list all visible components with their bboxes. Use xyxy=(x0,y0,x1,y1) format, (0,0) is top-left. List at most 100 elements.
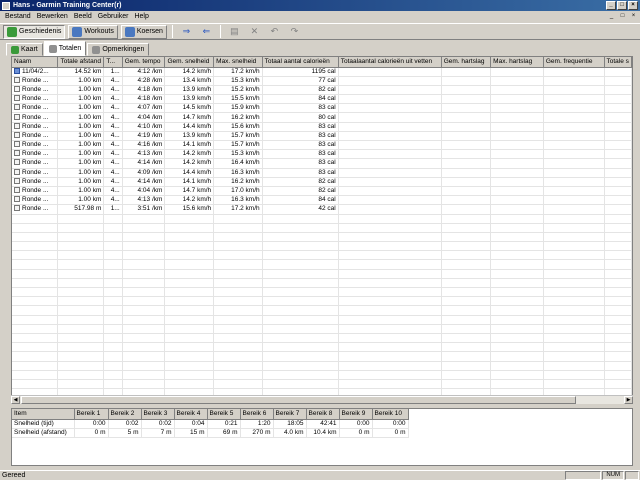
tab-totalen-label: Totalen xyxy=(58,45,82,52)
empty-cell xyxy=(604,333,632,344)
zone-row[interactable]: Snelheid (afstand) 0 m5 m7 m 15 m 69 m 270 m… xyxy=(12,428,409,438)
table-cell: 4:12 /km xyxy=(122,67,166,77)
send-to-device-icon[interactable]: ⇒ xyxy=(178,25,195,39)
empty-row xyxy=(12,214,632,224)
mdi-minimize-button[interactable]: _ xyxy=(607,12,616,20)
lap-icon xyxy=(14,76,20,83)
col-gem-tempo[interactable]: Gem. tempo xyxy=(122,57,166,68)
table-row[interactable]: Ronde ... 1.00 km 4... 4:13 /km 14.2 km/h 15.… xyxy=(12,149,632,160)
horizontal-scrollbar[interactable]: ◀ ▶ xyxy=(11,395,633,404)
zone-col-3[interactable]: Bereik 3 xyxy=(141,409,175,420)
col-totale-afstand[interactable]: Totale afstand xyxy=(57,57,105,68)
delete-icon[interactable]: ✕ xyxy=(246,25,263,39)
col-calorieen[interactable]: Totaal aantal calorieën xyxy=(262,57,339,68)
menu-gebruiker[interactable]: Gebruiker xyxy=(95,13,132,20)
col-totale-s[interactable]: Totale s xyxy=(604,57,632,68)
empty-cell xyxy=(543,351,605,362)
menu-help[interactable]: Help xyxy=(131,13,151,20)
zone-col-2[interactable]: Bereik 2 xyxy=(108,409,142,420)
menu-bestand[interactable]: Bestand xyxy=(2,13,34,20)
col-totale-tijd[interactable]: T... xyxy=(103,57,123,68)
empty-cell xyxy=(604,241,632,252)
table-cell: 13.4 km/h xyxy=(164,76,215,86)
menu-bewerken[interactable]: Bewerken xyxy=(34,13,71,20)
zone-col-8[interactable]: Bereik 8 xyxy=(306,409,340,420)
zone-col-5[interactable]: Bereik 5 xyxy=(207,409,241,420)
table-row[interactable]: Ronde ... 1.00 km 4... 4:14 /km 14.1 km/h 16.… xyxy=(12,177,632,187)
table-row[interactable]: Ronde ... 1.00 km 4... 4:13 /km 14.2 km/h 16.… xyxy=(12,195,632,206)
zone-col-10[interactable]: Bereik 10 xyxy=(372,409,409,420)
table-cell: 83 cal xyxy=(262,149,339,160)
zone-col-1[interactable]: Bereik 1 xyxy=(74,409,109,420)
workouts-button[interactable]: Workouts xyxy=(68,24,118,39)
scroll-right-icon[interactable]: ▶ xyxy=(624,396,633,404)
empty-cell xyxy=(338,278,442,289)
zone-col-4[interactable]: Bereik 4 xyxy=(174,409,208,420)
tab-totalen[interactable]: Totalen xyxy=(43,41,87,56)
col-calorieen-vetten[interactable]: Totaalaantal calorieën uit vetten xyxy=(338,57,442,68)
redo-icon[interactable]: ↷ xyxy=(286,25,303,39)
empty-cell xyxy=(57,287,105,298)
receive-from-device-icon[interactable]: ⇐ xyxy=(198,25,215,39)
courses-button[interactable]: Koersen xyxy=(120,24,167,39)
table-row[interactable]: Ronde ... 1.00 km 4... 4:18 /km 13.9 km/h 15.… xyxy=(12,85,632,96)
table-row[interactable]: Ronde ... 1.00 km 4... 4:04 /km 14.7 km/h 17.… xyxy=(12,186,632,197)
table-cell: 14.1 km/h xyxy=(164,177,215,187)
empty-cell xyxy=(12,379,59,390)
table-row[interactable]: Ronde ... 1.00 km 4... 4:18 /km 13.9 km/h 15.… xyxy=(12,94,632,105)
undo-icon[interactable]: ↶ xyxy=(266,25,283,39)
table-row[interactable]: 11/04/2... 14.52 km 1... 4:12 /km 14.2 km/h 1… xyxy=(12,67,632,77)
empty-row xyxy=(12,361,632,371)
table-row[interactable]: Ronde ... 1.00 km 4... 4:14 /km 14.2 km/h 16.… xyxy=(12,158,632,169)
mdi-maximize-button[interactable]: □ xyxy=(618,12,627,20)
toolbar-separator xyxy=(219,25,221,38)
history-button[interactable]: Geschiedenis xyxy=(3,24,66,39)
col-naam[interactable]: Naam xyxy=(12,57,59,68)
empty-cell xyxy=(103,296,123,307)
col-max-snelheid[interactable]: Max. snelheid xyxy=(213,57,263,68)
table-row[interactable]: Ronde ... 1.00 km 4... 4:10 /km 14.4 km/h 15.… xyxy=(12,122,632,132)
lap-icon xyxy=(14,141,20,148)
table-row[interactable]: Ronde ... 1.00 km 4... 4:04 /km 14.7 km/h 16.… xyxy=(12,112,632,123)
table-cell xyxy=(441,85,492,96)
table-row[interactable]: Ronde ... 517.98 m 1... 3:51 /km 15.6 km/h 17… xyxy=(12,204,632,215)
menu-beeld[interactable]: Beeld xyxy=(71,13,95,20)
map-icon xyxy=(11,45,19,54)
paste-icon[interactable]: ▤ xyxy=(226,25,243,39)
zone-col-item[interactable]: Item xyxy=(12,409,75,420)
totals-grid[interactable]: Naam Totale afstand T... Gem. tempo Gem.… xyxy=(11,56,633,404)
table-row[interactable]: Ronde ... 1.00 km 4... 4:16 /km 14.1 km/h 15.… xyxy=(12,140,632,151)
tab-kaart[interactable]: Kaart xyxy=(6,43,43,56)
empty-cell xyxy=(441,342,492,353)
col-gem-hartslag[interactable]: Gem. hartslag xyxy=(441,57,492,68)
close-button[interactable]: × xyxy=(628,1,638,10)
mdi-close-button[interactable]: × xyxy=(629,12,638,20)
tab-opmerkingen[interactable]: Opmerkingen xyxy=(87,43,150,56)
col-gem-frequentie[interactable]: Gem. frequentie xyxy=(543,57,605,68)
zone-col-7[interactable]: Bereik 7 xyxy=(273,409,307,420)
zone-col-9[interactable]: Bereik 9 xyxy=(339,409,373,420)
empty-cell xyxy=(490,342,544,353)
zone-row[interactable]: Snelheid (tijd) 0:00 0:02 0:02 0:04 0:21 1:20 1… xyxy=(12,419,409,429)
table-cell xyxy=(441,195,492,206)
table-row[interactable]: Ronde ... 1.00 km 4... 4:09 /km 14.4 km/h 16.… xyxy=(12,168,632,178)
row-name-text: Ronde ... xyxy=(22,150,49,158)
empty-cell xyxy=(338,259,442,270)
lap-icon xyxy=(14,205,20,212)
table-row[interactable]: Ronde ... 1.00 km 4... 4:07 /km 14.5 km/h 15.… xyxy=(12,103,632,114)
empty-cell xyxy=(213,241,263,252)
zone-col-6[interactable]: Bereik 6 xyxy=(240,409,274,420)
table-cell xyxy=(490,195,544,206)
zones-grid[interactable]: Item Bereik 1 Bereik 2 Bereik 3 Bereik 4… xyxy=(11,408,633,466)
scroll-left-icon[interactable]: ◀ xyxy=(11,396,20,404)
maximize-button[interactable]: □ xyxy=(617,1,627,10)
minimize-button[interactable]: _ xyxy=(606,1,616,10)
scroll-thumb[interactable] xyxy=(21,396,576,404)
col-gem-snelheid[interactable]: Gem. snelheid xyxy=(164,57,215,68)
empty-cell xyxy=(103,287,123,298)
col-max-hartslag[interactable]: Max. hartslag xyxy=(490,57,544,68)
table-cell xyxy=(490,204,544,215)
table-row[interactable]: Ronde ... 1.00 km 4... 4:19 /km 13.9 km/h 15.… xyxy=(12,131,632,142)
table-row[interactable]: Ronde ... 1.00 km 4... 4:28 /km 13.4 km/h 15.… xyxy=(12,76,632,86)
empty-cell xyxy=(164,232,215,243)
